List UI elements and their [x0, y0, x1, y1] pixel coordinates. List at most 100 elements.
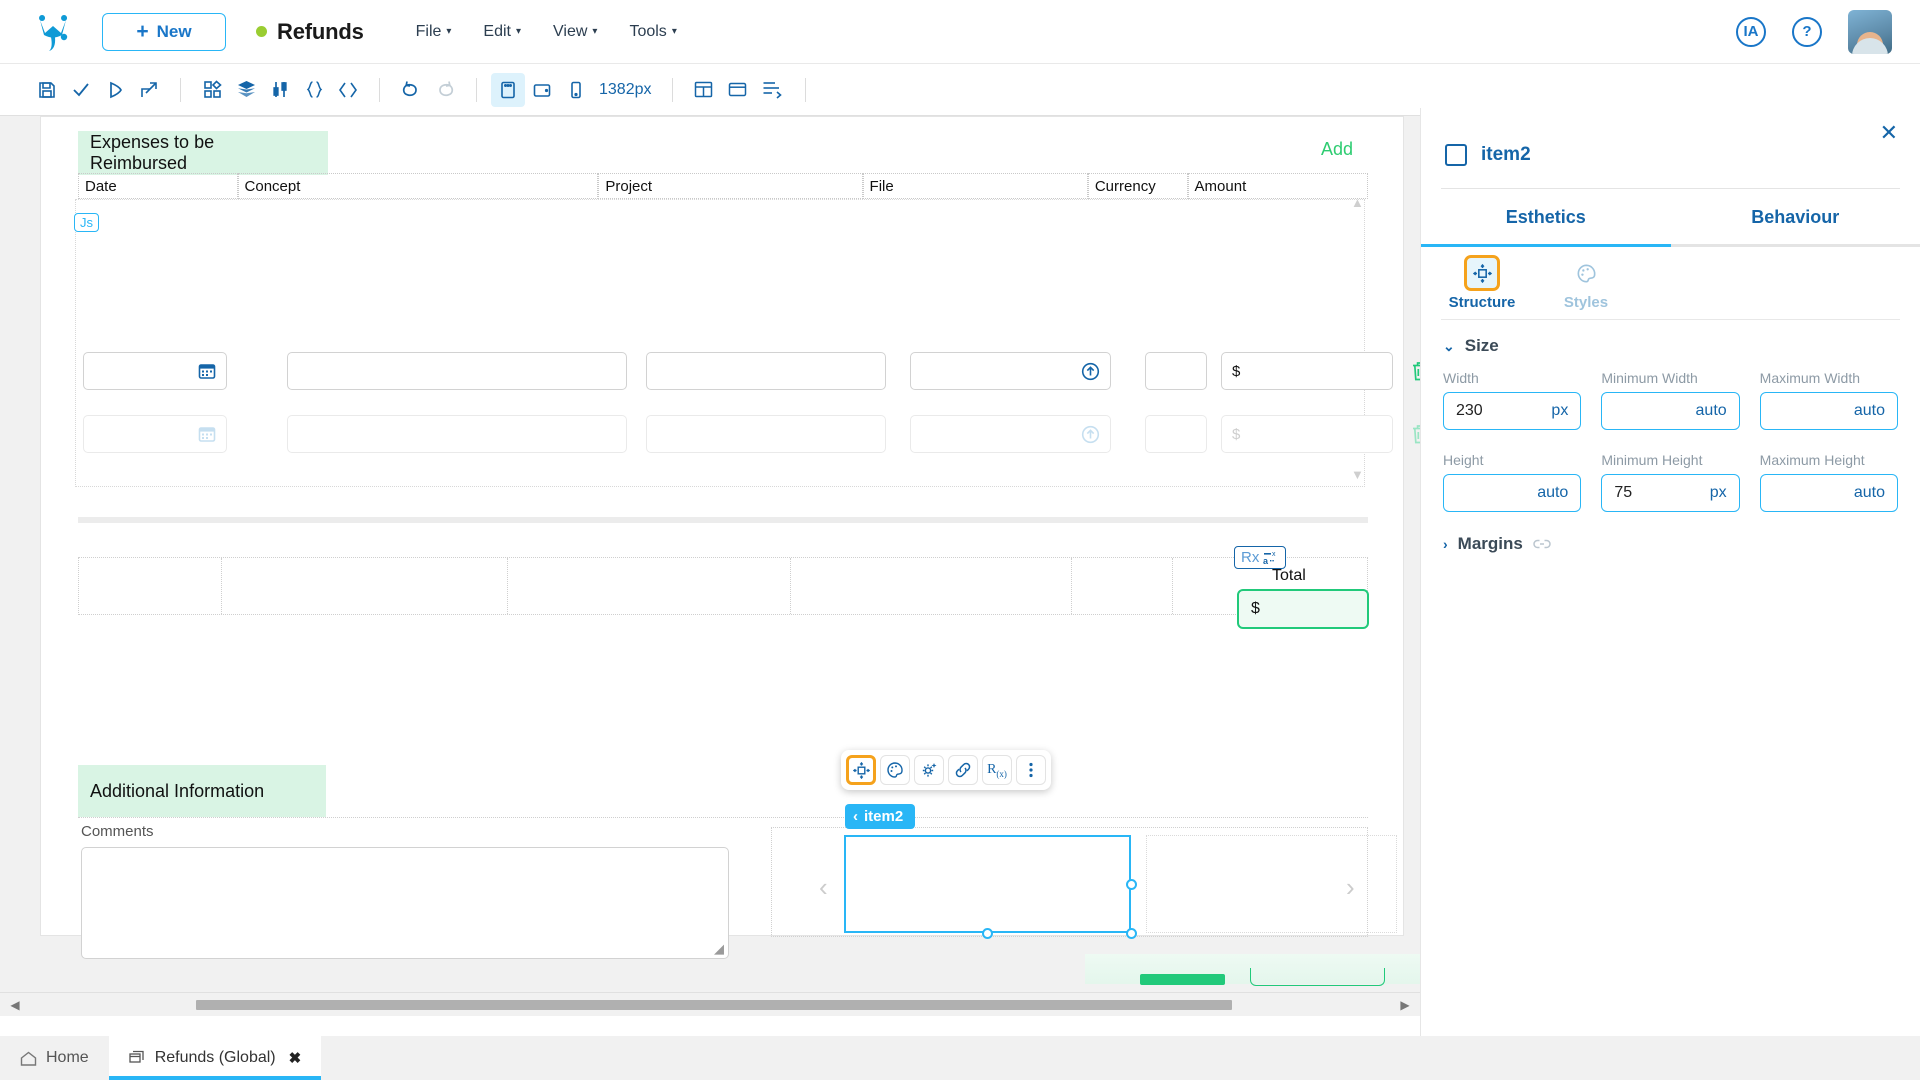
redo-icon[interactable] [428, 73, 462, 107]
height-input[interactable]: auto [1443, 474, 1582, 512]
undo-icon[interactable] [394, 73, 428, 107]
publish-export-icon[interactable] [132, 73, 166, 107]
tab-behaviour[interactable]: Behaviour [1670, 189, 1920, 247]
new-button[interactable]: + New [102, 12, 226, 51]
more-options-icon[interactable] [1016, 755, 1046, 785]
comments-textarea[interactable]: ◢ [81, 847, 729, 959]
grid-layout-icon[interactable] [687, 73, 721, 107]
scroll-right-arrow-icon[interactable]: ▶ [1394, 998, 1416, 1012]
calendar-icon[interactable] [198, 425, 216, 443]
menu-view[interactable]: View ▾ [553, 23, 597, 41]
close-icon[interactable]: ✖ [289, 1049, 302, 1067]
scroll-left-arrow-icon[interactable]: ◀ [4, 998, 26, 1012]
row-1-date-input[interactable] [83, 415, 227, 453]
settings-sparkle-icon[interactable] [914, 755, 944, 785]
max-height-input[interactable]: auto [1759, 474, 1898, 512]
link-chain-icon[interactable] [948, 755, 978, 785]
resize-handle-bottom-right[interactable] [1126, 928, 1137, 939]
js-badge[interactable]: Js [74, 213, 99, 232]
row-1-concept-input[interactable] [287, 415, 627, 453]
row-1-currency-input[interactable] [1145, 415, 1207, 453]
carousel-prev-button[interactable]: ‹ [819, 872, 828, 903]
palette-styles-icon[interactable] [880, 755, 910, 785]
menu-file[interactable]: File ▾ [416, 23, 452, 41]
code-icon[interactable] [331, 73, 365, 107]
upload-circle-icon[interactable] [1081, 362, 1100, 381]
selected-element-box[interactable] [844, 835, 1131, 933]
subtab-structure[interactable]: Structure [1447, 255, 1517, 311]
scroll-thumb[interactable] [196, 1000, 1232, 1010]
menu-view-label: View [553, 22, 588, 40]
layers-icon[interactable] [229, 73, 263, 107]
total-label: Total [1272, 567, 1306, 584]
row-0-file-input[interactable] [910, 352, 1111, 390]
resize-handle-right[interactable] [1126, 879, 1137, 890]
resize-handle-bottom[interactable] [982, 928, 993, 939]
total-amount-input[interactable]: $ [1237, 589, 1369, 629]
bottom-tab-home[interactable]: Home [0, 1036, 109, 1080]
components-grid-icon[interactable] [195, 73, 229, 107]
add-expense-link[interactable]: Add [1321, 139, 1353, 160]
margins-group-header[interactable]: › Margins [1421, 512, 1920, 554]
row-0-project-input[interactable] [646, 352, 886, 390]
menu-edit[interactable]: Edit ▾ [483, 23, 521, 41]
ia-assistant-button[interactable]: IA [1736, 16, 1766, 47]
row-1-project-input[interactable] [646, 415, 886, 453]
app-title-group: Refunds [256, 19, 364, 45]
expenses-table-header: Date Concept Project File Currency Amoun… [78, 173, 1368, 199]
subtab-styles[interactable]: Styles [1551, 255, 1621, 311]
panel-subtabs: Structure Styles [1421, 247, 1920, 311]
data-model-icon[interactable] [263, 73, 297, 107]
row-0-currency-input[interactable] [1145, 352, 1207, 390]
canvas-width-value[interactable]: 1382px [593, 81, 658, 99]
tab-esthetics[interactable]: Esthetics [1421, 189, 1671, 247]
avatar[interactable] [1848, 9, 1892, 54]
container-icon[interactable] [721, 73, 755, 107]
field-min-width: Minimum Width auto [1601, 370, 1740, 430]
row-1-amount-input[interactable]: $ [1221, 415, 1393, 453]
braces-icon[interactable] [297, 73, 331, 107]
row-0-amount-input[interactable]: $ [1221, 352, 1393, 390]
run-play-icon[interactable] [98, 73, 132, 107]
menu-edit-label: Edit [483, 22, 511, 40]
align-icon[interactable] [755, 73, 789, 107]
desktop-view-icon[interactable] [491, 72, 525, 107]
crown-logo-icon[interactable] [30, 9, 76, 55]
upload-circle-icon[interactable] [1081, 425, 1100, 444]
menu-tools-label: Tools [629, 22, 667, 40]
toolbar-divider [804, 77, 806, 102]
rx-badge-formula[interactable]: Rx x a [1234, 546, 1287, 569]
bottom-tab-refunds[interactable]: Refunds (Global) ✖ [108, 1036, 322, 1080]
min-width-input[interactable]: auto [1601, 392, 1740, 430]
help-button[interactable]: ? [1792, 16, 1822, 47]
width-unit: px [1551, 402, 1569, 419]
close-icon[interactable]: ✕ [1880, 122, 1898, 144]
menu-tools[interactable]: Tools ▾ [629, 23, 676, 41]
formula-rx-icon[interactable]: R(x) [982, 755, 1012, 785]
tablet-view-icon[interactable] [525, 73, 559, 107]
save-icon[interactable] [30, 73, 64, 107]
row-1-file-input[interactable] [910, 415, 1111, 453]
row-1-delete-button[interactable] [1410, 423, 1420, 445]
design-canvas[interactable]: Expenses to be Reimbursed Add Date Conce… [0, 116, 1420, 1016]
row-0-date-input[interactable] [83, 352, 227, 390]
canvas-horizontal-scrollbar[interactable]: ◀ ▶ [0, 992, 1420, 1016]
carousel-slot-2[interactable] [1146, 835, 1397, 933]
row-0-delete-button[interactable] [1410, 360, 1420, 382]
calendar-icon[interactable] [198, 362, 216, 380]
min-height-input[interactable]: 75 px [1601, 474, 1740, 512]
mobile-view-icon[interactable] [559, 73, 593, 107]
validate-check-icon[interactable] [64, 73, 98, 107]
link-icon[interactable] [1533, 538, 1551, 550]
totals-cell-3 [791, 558, 1072, 614]
width-input[interactable]: 230 px [1443, 392, 1582, 430]
row-0-concept-input[interactable] [287, 352, 627, 390]
formula-icon: x a [1263, 550, 1279, 566]
column-header-file: File [862, 173, 1088, 199]
resize-handle-icon[interactable]: ◢ [714, 941, 724, 957]
element-select-checkbox[interactable] [1445, 144, 1467, 166]
max-width-input[interactable]: auto [1759, 392, 1898, 430]
structure-move-icon[interactable] [846, 755, 876, 785]
selected-element-tag[interactable]: ‹ item2 [845, 804, 916, 829]
size-group-header[interactable]: ⌄ Size [1421, 320, 1920, 356]
